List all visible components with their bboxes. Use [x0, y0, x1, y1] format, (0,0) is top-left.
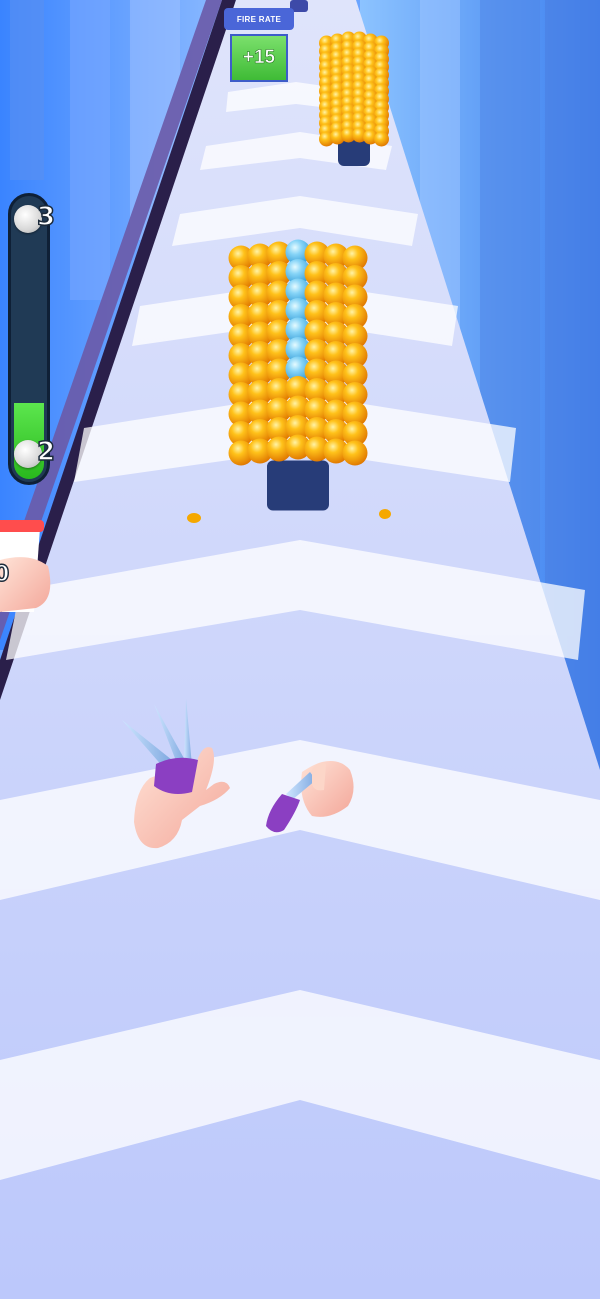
gate-value: +15: [230, 34, 288, 82]
coin-icon: [187, 513, 201, 523]
ball-count-top: 3: [36, 201, 56, 233]
tower-pedestal: [267, 460, 329, 511]
ball-count-bottom: 2: [36, 436, 56, 468]
ball-icon: [374, 131, 389, 147]
game-scene: [0, 0, 600, 1299]
ball-tower-far: [319, 31, 389, 166]
coin-icon: [379, 509, 391, 519]
cup-label: 0: [0, 561, 10, 588]
ball-icon: [342, 440, 368, 466]
gate-title: FIRE RATE: [224, 8, 294, 30]
fire-rate-gate: FIRE RATE +15: [224, 8, 294, 84]
